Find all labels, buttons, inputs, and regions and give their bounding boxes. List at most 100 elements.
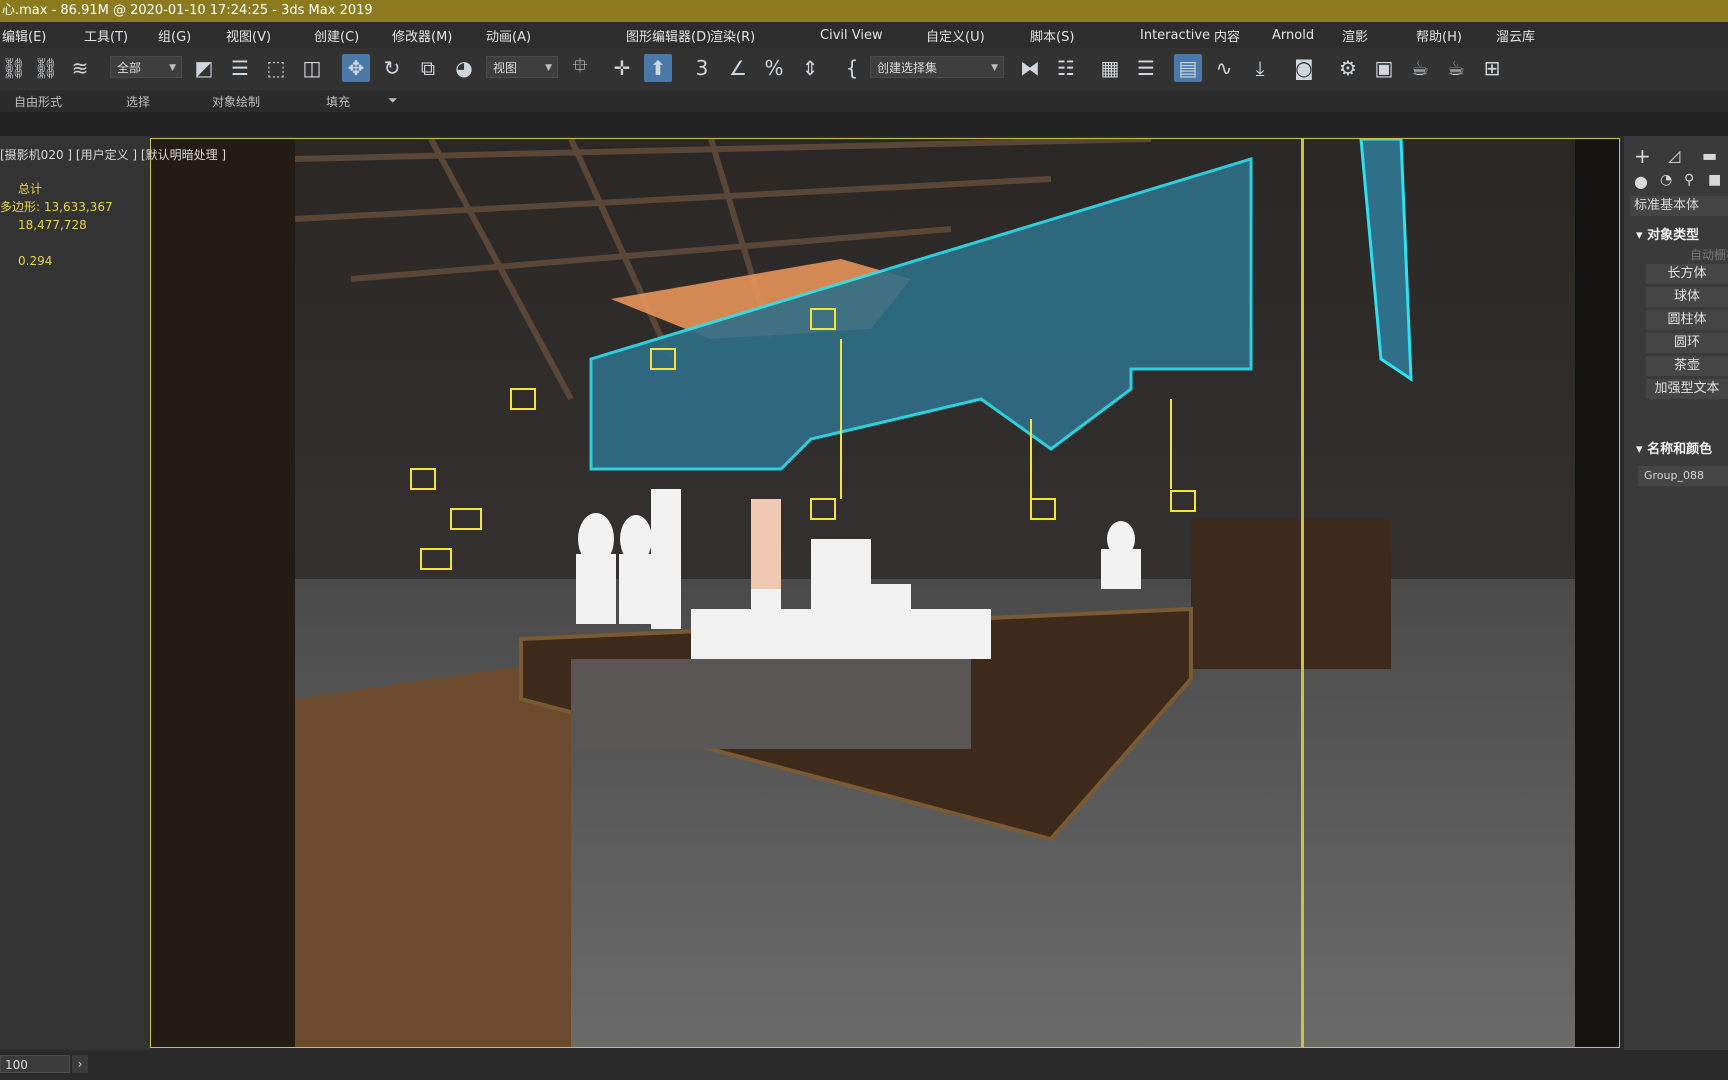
place-icon[interactable]: ◕	[450, 54, 478, 82]
ribbon-options-icon[interactable]: ⏷	[388, 93, 398, 108]
menu-item-6[interactable]: 动画(A)	[486, 26, 531, 45]
toggle-ribbon-icon[interactable]: ▤	[1174, 54, 1202, 82]
menu-item-7[interactable]: 图形编辑器(D)	[626, 26, 711, 45]
unlink-icon[interactable]: ⛓	[32, 54, 60, 82]
rollout-arrow-icon: ▾	[1636, 442, 1643, 457]
material-editor-icon[interactable]: ◙	[1290, 54, 1318, 82]
menu-item-10[interactable]: 自定义(U)	[926, 26, 985, 45]
menu-item-1[interactable]: 工具(T)	[84, 26, 128, 45]
menu-item-3[interactable]: 视图(V)	[226, 26, 271, 45]
hierarchy-tab-icon[interactable]: ▬	[1702, 146, 1717, 165]
box-button[interactable]: 长方体	[1646, 264, 1728, 284]
status-bar	[0, 1052, 1728, 1080]
selection-filter-value: 全部	[117, 61, 142, 75]
curve-editor-icon[interactable]: ∿	[1210, 54, 1238, 82]
menu-item-0[interactable]: 编辑(E)	[2, 26, 46, 45]
named-selection-placeholder: 创建选择集	[877, 61, 938, 75]
menu-item-15[interactable]: 渲影	[1342, 26, 1368, 45]
menu-item-16[interactable]: 帮助(H)	[1416, 26, 1462, 45]
chevron-right-icon[interactable]: ›	[72, 1055, 88, 1073]
window-crossing-icon[interactable]: ◫	[298, 54, 326, 82]
modify-tab-icon[interactable]: ◿	[1668, 146, 1680, 165]
scale-icon[interactable]: ⧉	[414, 54, 442, 82]
menu-item-5[interactable]: 修改器(M)	[392, 26, 452, 45]
mirror-icon[interactable]: ⧓	[1016, 54, 1044, 82]
category-dropdown[interactable]: 标准基本体	[1630, 196, 1728, 216]
rect-select-icon[interactable]: ⬚	[262, 54, 290, 82]
stats-polys-label: 多边形:	[0, 200, 41, 214]
tab-populate[interactable]: 填充	[326, 93, 350, 110]
pivot-icon[interactable]: ⯐	[566, 53, 594, 82]
link-icon[interactable]: ⛓	[0, 54, 28, 82]
reference-coord-value: 视图	[493, 61, 518, 75]
cylinder-button[interactable]: 圆柱体	[1646, 310, 1728, 330]
snap-icon[interactable]: 3	[688, 54, 716, 82]
rotate-icon[interactable]: ↻	[378, 54, 406, 82]
menu-item-11[interactable]: 脚本(S)	[1030, 26, 1074, 45]
bind-spacewarp-icon[interactable]: ≋	[66, 54, 94, 82]
angle-snap-icon[interactable]: ∠	[724, 54, 752, 82]
layer-explorer-icon[interactable]: ☰	[1132, 54, 1160, 82]
left-margin	[0, 136, 150, 1050]
menu-bar: 编辑(E) 工具(T) 组(G) 视图(V) 创建(C) 修改器(M) 动画(A) 图形编辑器…	[0, 22, 1728, 48]
render-icon[interactable]: ☕	[1406, 54, 1434, 82]
rendered-frame-icon[interactable]: ▣	[1370, 54, 1398, 82]
edit-named-selection-icon[interactable]: {	[838, 54, 866, 82]
menu-item-12[interactable]: Interactive	[1140, 28, 1210, 43]
lights-icon[interactable]: ⚲	[1684, 172, 1694, 188]
create-tab-icon[interactable]: +	[1634, 144, 1651, 168]
cameras-icon[interactable]: ■	[1708, 172, 1721, 188]
ribbon-collapsed-area	[0, 112, 1728, 136]
tab-freeform[interactable]: 自由形式	[14, 93, 62, 110]
autogrid-checkbox[interactable]: 自动栅格	[1690, 246, 1728, 263]
menu-item-4[interactable]: 创建(C)	[314, 26, 359, 45]
move-icon[interactable]: ✥	[342, 54, 370, 82]
menu-item-8[interactable]: 渲染(R)	[710, 26, 755, 45]
viewport-label[interactable]: [摄影机020 ] [用户定义 ] [默认明暗处理 ]	[0, 146, 226, 163]
window-title: 心.max - 86.91M @ 2020-01-10 17:24:25 - 3…	[0, 0, 1728, 22]
object-name-field[interactable]: Group_088	[1638, 466, 1728, 486]
command-panel: + ◿ ▬ ● ◔ ⚲ ■ 标准基本体 ▾ 对象类型 自动栅格 长方体 球体 圆…	[1624, 136, 1728, 1050]
grid-icon[interactable]: ⊞	[1478, 54, 1506, 82]
geometry-icon[interactable]: ●	[1634, 172, 1648, 191]
select-by-name-icon[interactable]: ☰	[226, 54, 254, 82]
ribbon-tabs: 自由形式 选择 对象绘制 填充 ⏷	[0, 90, 1728, 112]
percent-snap-icon[interactable]: %	[760, 54, 788, 82]
stats-total-label: 总计	[18, 182, 43, 196]
frame-field[interactable]: 100	[0, 1055, 70, 1073]
menu-item-9[interactable]: Civil View	[820, 28, 883, 43]
named-selection-dropdown[interactable]: 创建选择集 ▼	[870, 56, 1004, 78]
menu-item-14[interactable]: Arnold	[1272, 28, 1314, 43]
scene-explorer-icon[interactable]: ▦	[1096, 54, 1124, 82]
stats-polys: 13,633,367	[43, 200, 113, 214]
select-object-icon[interactable]: ◩	[190, 54, 218, 82]
stats-fps: 0.294	[18, 254, 53, 268]
viewport[interactable]	[150, 138, 1620, 1048]
menu-item-13[interactable]: 内容	[1214, 26, 1240, 45]
scene-render	[151, 139, 1619, 1047]
keyboard-shortcut-override-icon[interactable]: ⬆	[644, 54, 672, 82]
sphere-button[interactable]: 球体	[1646, 287, 1728, 307]
select-manipulate-icon[interactable]: ✛	[608, 54, 636, 82]
shapes-icon[interactable]: ◔	[1660, 172, 1672, 188]
stats-verts: 18,477,728	[18, 218, 87, 232]
render-setup-icon[interactable]: ⚙	[1334, 54, 1362, 82]
tab-selection[interactable]: 选择	[126, 93, 150, 110]
reference-coord-dropdown[interactable]: 视图 ▼	[486, 56, 558, 78]
align-icon[interactable]: ☷	[1052, 54, 1080, 82]
torus-button[interactable]: 圆环	[1646, 333, 1728, 353]
statistics-overlay: 总计 多边形: 13,633,367 18,477,728 0.294	[0, 180, 113, 270]
schematic-view-icon[interactable]: ⤓	[1246, 54, 1274, 82]
text-plus-button[interactable]: 加强型文本	[1646, 379, 1728, 399]
menu-item-2[interactable]: 组(G)	[158, 26, 191, 45]
rollout-arrow-icon: ▾	[1636, 228, 1643, 243]
main-toolbar: ⛓ ⛓ ≋ 全部 ▼ ◩ ☰ ⬚ ◫ ✥ ↻ ⧉ ◕ 视图 ▼ ⯐ ✛ ⬆ 3 ∠ …	[0, 48, 1728, 90]
selection-filter-dropdown[interactable]: 全部 ▼	[110, 56, 182, 78]
name-color-header[interactable]: 名称和颜色	[1647, 442, 1712, 457]
teapot-button[interactable]: 茶壶	[1646, 356, 1728, 376]
spinner-snap-icon[interactable]: ⇕	[796, 54, 824, 82]
object-type-header[interactable]: 对象类型	[1647, 228, 1699, 243]
render-iterative-icon[interactable]: ☕	[1442, 54, 1470, 82]
tab-object-paint[interactable]: 对象绘制	[212, 93, 260, 110]
menu-item-17[interactable]: 溜云库	[1496, 26, 1535, 45]
